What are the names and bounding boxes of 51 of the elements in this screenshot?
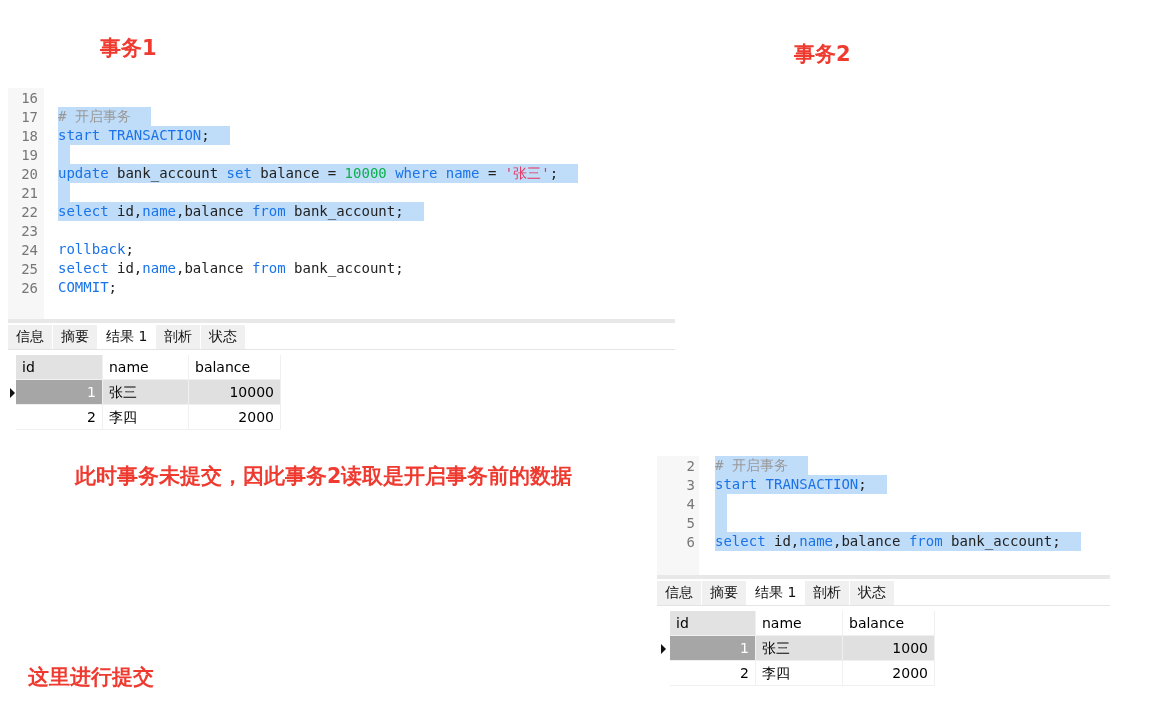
line-number: 6 [685, 533, 696, 550]
line-number: 23 [20, 222, 39, 239]
line-number: 18 [20, 127, 39, 144]
grid-cell: 张三 [103, 380, 189, 405]
grid-cell: 张三 [756, 636, 843, 661]
grid-cell: 2 [16, 405, 103, 430]
result-tab[interactable]: 信息 [8, 325, 52, 349]
grid-cell: 李四 [103, 405, 189, 430]
line-number: 26 [20, 279, 39, 296]
line-number: 20 [20, 165, 39, 182]
code-line: COMMIT; [58, 278, 118, 297]
grid-cell: 1000 [843, 636, 935, 661]
result-tab[interactable]: 摘要 [702, 581, 746, 605]
result-tab[interactable]: 剖析 [805, 581, 850, 605]
line-number: 24 [20, 241, 39, 258]
line-number: 16 [20, 89, 39, 106]
grid-cell: 2 [670, 661, 756, 686]
column-header[interactable]: name [103, 355, 189, 380]
line-number: 2 [685, 457, 696, 474]
result-tab[interactable]: 状态 [850, 581, 895, 605]
line-number: 25 [20, 260, 39, 277]
transaction-label: 事务1 [100, 35, 157, 62]
result-tab[interactable]: 状态 [201, 325, 246, 349]
column-header[interactable]: name [756, 611, 843, 636]
result-tab[interactable]: 剖析 [156, 325, 201, 349]
grid-cell: 1 [16, 380, 103, 405]
line-number: 22 [20, 203, 39, 220]
result-tab[interactable]: 信息 [657, 581, 701, 605]
line-number: 5 [685, 514, 696, 531]
annotation-text: 此时事务未提交，因此事务2读取是开启事务前的数据 [75, 463, 573, 490]
column-header[interactable]: id [16, 355, 103, 380]
line-number: 21 [20, 184, 39, 201]
line-number: 17 [20, 108, 39, 125]
code-line: rollback; [58, 240, 135, 259]
transaction-label: 事务2 [794, 41, 851, 68]
column-header[interactable]: balance [843, 611, 935, 636]
code-line: select id,name,balance from bank_account; [58, 259, 405, 278]
result-tab[interactable]: 摘要 [53, 325, 97, 349]
column-header[interactable]: balance [189, 355, 281, 380]
row-pointer-icon [661, 643, 666, 654]
grid-cell: 李四 [756, 661, 843, 686]
line-number: 19 [20, 146, 39, 163]
grid-cell: 2000 [189, 405, 281, 430]
annotation-text: 这里进行提交 [28, 664, 154, 691]
grid-cell: 2000 [843, 661, 935, 686]
row-pointer-icon [9, 387, 15, 398]
grid-cell: 1 [670, 636, 756, 661]
grid-cell: 10000 [189, 380, 281, 405]
column-header[interactable]: id [670, 611, 756, 636]
line-number: 3 [685, 476, 696, 493]
line-number: 4 [685, 495, 696, 512]
